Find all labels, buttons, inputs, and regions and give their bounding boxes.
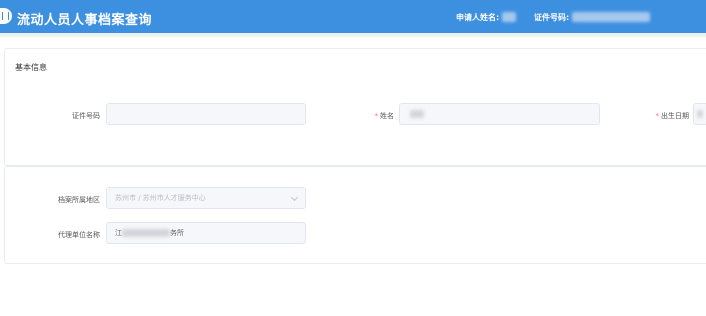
archive-info-card <box>4 166 706 264</box>
agency-value-redacted <box>122 229 170 237</box>
id-number-label: 证件号码: <box>534 13 570 22</box>
name-value-redacted <box>410 110 424 118</box>
agency-field-label: 代理单位名称 <box>58 231 100 239</box>
name-input[interactable] <box>399 103 600 125</box>
region-select[interactable]: 苏州市 / 苏州市人才服务中心 <box>106 187 306 209</box>
chevron-down-icon <box>290 193 299 202</box>
id-number-field-label: 证件号码 <box>72 112 100 120</box>
id-number-input[interactable] <box>106 103 306 125</box>
applicant-name-value-redacted <box>502 12 516 22</box>
page-title: 流动人员人事档案查询 <box>17 13 153 28</box>
birth-date-value-redacted <box>697 110 703 118</box>
archive-logo-icon <box>0 8 12 24</box>
birth-date-input[interactable] <box>693 103 706 125</box>
basic-info-title: 基本信息 <box>15 63 47 72</box>
header-divider <box>0 33 706 37</box>
agency-value-suffix: 务所 <box>170 229 184 237</box>
region-select-value: 苏州市 / 苏州市人才服务中心 <box>115 194 206 202</box>
name-field-label: * 姓名 <box>374 112 395 120</box>
region-field-label: 档案所属地区 <box>58 196 100 204</box>
agency-value-prefix: 江 <box>115 229 122 237</box>
agency-input[interactable]: 江 务所 <box>106 222 306 244</box>
app-header: 流动人员人事档案查询 申请人姓名: 证件号码: <box>0 0 706 33</box>
id-number-value-redacted <box>572 12 650 22</box>
birth-date-field-label: * 出生日期 <box>655 112 690 120</box>
applicant-name-label: 申请人姓名: <box>456 13 500 22</box>
